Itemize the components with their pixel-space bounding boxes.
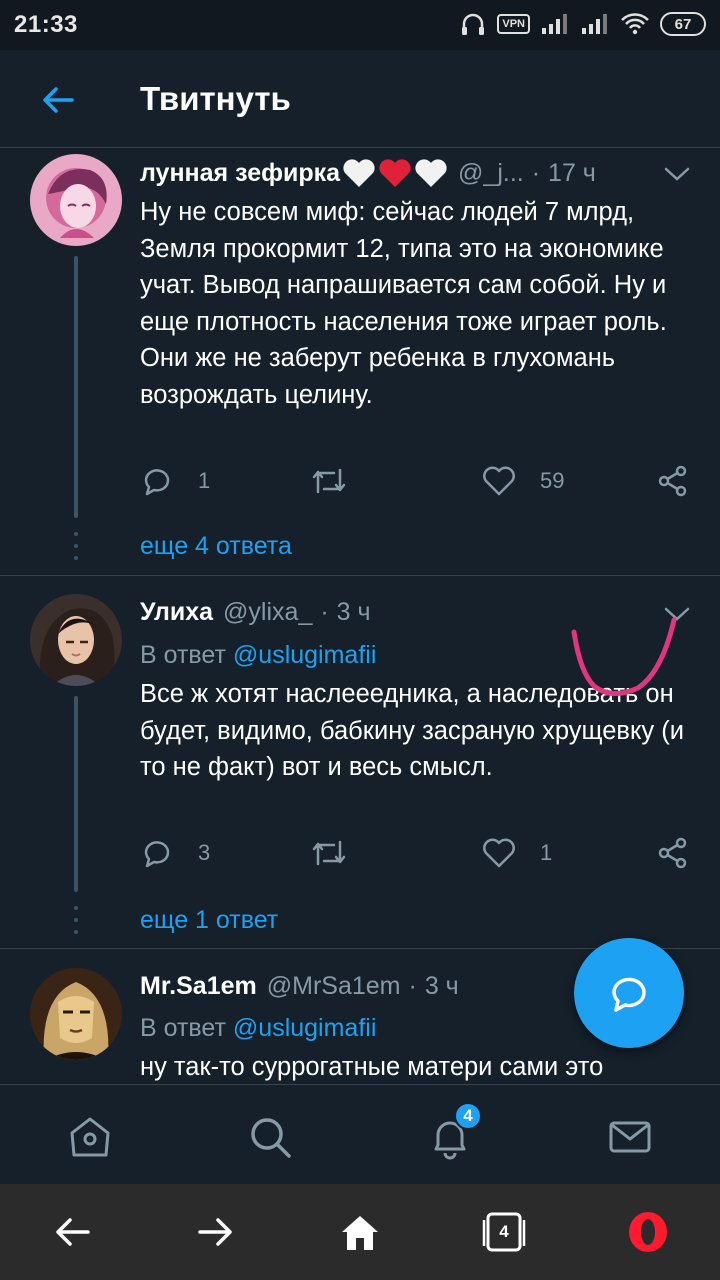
forward-arrow-icon[interactable] bbox=[194, 1210, 238, 1254]
like-count: 1 bbox=[540, 840, 553, 865]
battery-indicator: 67 bbox=[660, 12, 706, 36]
signal-icon bbox=[542, 14, 567, 34]
signal-icon bbox=[582, 14, 607, 34]
user-handle[interactable]: @_j... bbox=[458, 159, 524, 188]
headphones-icon bbox=[462, 13, 485, 35]
tweet-header: лунная зефирка @_j... · 17 ч bbox=[140, 158, 596, 188]
tweet-time: 3 ч bbox=[336, 598, 371, 626]
white-heart-icon bbox=[415, 159, 447, 187]
avatar[interactable] bbox=[30, 968, 122, 1060]
thread-line bbox=[74, 256, 78, 518]
reply-icon bbox=[612, 977, 646, 1012]
back-arrow-icon[interactable] bbox=[50, 1210, 94, 1254]
wifi-icon bbox=[621, 13, 649, 35]
red-heart-icon bbox=[379, 159, 411, 187]
retweet-icon bbox=[312, 468, 346, 494]
separator: · bbox=[320, 598, 329, 626]
like-button[interactable]: 59 bbox=[482, 464, 564, 498]
tweet-actions: 1 59 bbox=[140, 464, 700, 504]
tweet-time: 17 ч bbox=[548, 158, 596, 187]
white-heart-icon bbox=[343, 159, 375, 187]
tweet-actions: 3 1 bbox=[140, 836, 700, 876]
tweet-text: Ну не совсем миф: сейчас людей 7 млрд, З… bbox=[140, 198, 667, 409]
share-button[interactable] bbox=[656, 464, 690, 498]
status-bar: 21:33 VPN 67 bbox=[0, 0, 720, 50]
share-icon bbox=[658, 837, 687, 869]
user-handle[interactable]: @ylixa_ bbox=[223, 598, 312, 627]
tweet-header: Улиха @ylixa_ · 3 ч bbox=[140, 598, 371, 627]
divider bbox=[0, 575, 720, 576]
vpn-badge: VPN bbox=[497, 14, 530, 34]
reply-to-label: В ответ bbox=[140, 1014, 226, 1042]
status-icons: VPN 67 bbox=[459, 10, 706, 38]
share-button[interactable] bbox=[656, 836, 690, 870]
thread-dots bbox=[74, 532, 78, 560]
chevron-down-icon[interactable] bbox=[664, 166, 690, 182]
reply-icon bbox=[144, 469, 170, 496]
search-icon[interactable] bbox=[246, 1113, 294, 1161]
avatar[interactable] bbox=[30, 594, 122, 686]
heart-icon bbox=[483, 466, 515, 496]
retweet-icon bbox=[312, 840, 346, 866]
status-time: 21:33 bbox=[14, 11, 78, 38]
tweet-text: ну так-то суррогатные матери сами это bbox=[140, 1053, 604, 1081]
display-name[interactable]: лунная зефирка bbox=[140, 159, 340, 188]
avatar[interactable] bbox=[30, 154, 122, 246]
tweet-header: Mr.Sa1em @MrSa1em · 3 ч bbox=[140, 972, 459, 1001]
back-arrow-icon[interactable] bbox=[38, 80, 78, 120]
separator: · bbox=[531, 158, 541, 187]
annotation-scribble bbox=[571, 617, 677, 696]
reply-context: В ответ @uslugimafii bbox=[140, 1014, 376, 1043]
reply-count: 3 bbox=[198, 840, 211, 865]
separator: · bbox=[408, 972, 417, 1000]
like-button[interactable]: 1 bbox=[482, 836, 552, 870]
like-count: 59 bbox=[540, 468, 565, 493]
retweet-button[interactable] bbox=[310, 836, 372, 870]
thread-line bbox=[74, 696, 78, 892]
notifications-badge: 4 bbox=[454, 1102, 482, 1130]
header: Твитнуть bbox=[0, 50, 720, 148]
retweet-button[interactable] bbox=[310, 464, 372, 498]
reply-icon bbox=[144, 841, 170, 868]
compose-reply-button[interactable] bbox=[574, 938, 684, 1048]
more-replies-link[interactable]: еще 1 ответ bbox=[140, 906, 278, 935]
tweet-time: 3 ч bbox=[424, 972, 459, 1000]
opera-icon[interactable] bbox=[626, 1210, 670, 1254]
more-replies-link[interactable]: еще 4 ответа bbox=[140, 532, 292, 561]
tabs-count: 4 bbox=[499, 1222, 509, 1241]
page-title: Твитнуть bbox=[140, 80, 291, 117]
reply-to-mention[interactable]: @uslugimafii bbox=[233, 641, 376, 669]
share-icon bbox=[658, 465, 687, 497]
reply-count: 1 bbox=[198, 468, 211, 493]
home-icon[interactable] bbox=[338, 1210, 382, 1254]
reply-to-label: В ответ bbox=[140, 641, 226, 669]
messages-icon[interactable] bbox=[606, 1113, 654, 1161]
home-icon[interactable] bbox=[66, 1113, 114, 1161]
reply-to-mention[interactable]: @uslugimafii bbox=[233, 1014, 376, 1042]
reply-button[interactable]: 1 bbox=[140, 464, 210, 498]
browser-nav-bar bbox=[0, 1184, 720, 1280]
user-handle[interactable]: @MrSa1em bbox=[267, 972, 401, 1001]
bottom-nav bbox=[0, 1084, 720, 1184]
reply-context: В ответ @uslugimafii bbox=[140, 641, 376, 670]
display-name[interactable]: Улиха bbox=[140, 598, 213, 627]
display-name[interactable]: Mr.Sa1em bbox=[140, 972, 257, 1001]
name-emoji bbox=[342, 158, 448, 188]
heart-icon bbox=[483, 838, 515, 868]
thread-dots bbox=[74, 906, 78, 934]
reply-button[interactable]: 3 bbox=[140, 836, 210, 870]
